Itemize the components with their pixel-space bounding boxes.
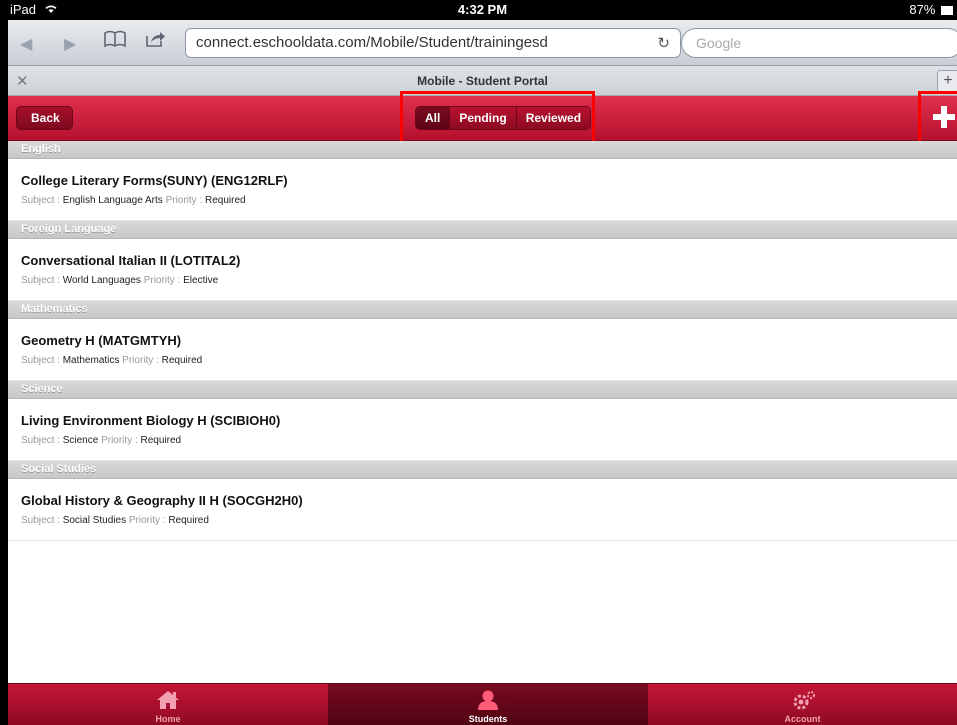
course-title: Living Environment Biology H (SCIBIOH0) — [21, 413, 281, 428]
course-meta: Subject : Social Studies Priority : Requ… — [21, 515, 209, 526]
person-icon — [328, 690, 648, 712]
course-meta: Subject : Mathematics Priority : Require… — [21, 355, 203, 366]
section-header: Foreign Language — [8, 221, 957, 239]
course-meta: Subject : World Languages Priority : Ele… — [21, 275, 219, 286]
search-placeholder: Google — [696, 35, 742, 51]
tab-title[interactable]: Mobile - Student Portal — [8, 74, 957, 88]
add-highlight-box — [918, 91, 957, 146]
priority-value: Elective — [183, 275, 219, 286]
course-meta: Subject : English Language Arts Priority… — [21, 195, 246, 206]
url-text: connect.eschooldata.com/Mobile/Student/t… — [196, 34, 548, 51]
list-item[interactable]: Global History & Geography II H (SOCGH2H… — [8, 479, 957, 541]
section-header: Social Studies — [8, 461, 957, 479]
tab-account-label: Account — [784, 714, 821, 724]
battery-level: 87% — [909, 2, 936, 17]
subject-value: World Languages — [62, 275, 141, 286]
bottom-tab-bar: Home Students Account — [8, 683, 957, 725]
section-header: Mathematics — [8, 301, 957, 319]
subject-value: Science — [62, 435, 99, 446]
battery-icon — [941, 6, 953, 16]
section-header: Science — [8, 381, 957, 399]
back-button[interactable]: Back — [16, 106, 73, 130]
course-list: English College Literary Forms(SUNY) (EN… — [8, 141, 957, 541]
status-bar: iPad 4:32 PM 87% — [8, 0, 957, 20]
back-arrow-icon[interactable]: ◀ — [20, 34, 32, 54]
gear-icon — [648, 690, 957, 712]
tab-students[interactable]: Students — [328, 684, 648, 725]
priority-value: Required — [168, 515, 209, 526]
tab-account[interactable]: Account — [648, 684, 957, 725]
list-item[interactable]: Geometry H (MATGMTYH) Subject : Mathemat… — [8, 319, 957, 381]
list-item[interactable]: Conversational Italian II (LOTITAL2) Sub… — [8, 239, 957, 301]
forward-arrow-icon[interactable]: ▶ — [64, 34, 76, 54]
list-item[interactable]: College Literary Forms(SUNY) (ENG12RLF) … — [8, 159, 957, 221]
course-title: Global History & Geography II H (SOCGH2H… — [21, 493, 303, 508]
tab-home-label: Home — [155, 714, 181, 724]
priority-value: Required — [205, 195, 246, 206]
bookmarks-icon[interactable] — [104, 30, 126, 53]
tab-students-label: Students — [468, 714, 508, 724]
course-title: Geometry H (MATGMTYH) — [21, 333, 182, 348]
list-item[interactable]: Living Environment Biology H (SCIBIOH0) … — [8, 399, 957, 461]
course-title: College Literary Forms(SUNY) (ENG12RLF) — [21, 173, 288, 188]
course-title: Conversational Italian II (LOTITAL2) — [21, 253, 241, 268]
new-tab-icon[interactable]: + — [937, 70, 957, 92]
priority-value: Required — [140, 435, 182, 446]
subject-value: English Language Arts — [62, 195, 163, 206]
subject-value: Social Studies — [62, 515, 127, 526]
url-field[interactable]: connect.eschooldata.com/Mobile/Student/t… — [185, 28, 681, 58]
search-field[interactable]: Google — [681, 28, 957, 58]
home-icon — [8, 690, 328, 712]
subject-value: Mathematics — [62, 355, 120, 366]
app-frame: iPad 4:32 PM 87% ◀ ▶ connect.eschooldata… — [8, 0, 957, 725]
filter-highlight-box — [400, 91, 595, 146]
priority-value: Required — [161, 355, 203, 366]
reload-icon[interactable]: ↻ — [657, 34, 670, 52]
tab-home[interactable]: Home — [8, 684, 328, 725]
share-icon[interactable] — [144, 30, 166, 53]
section-header: English — [8, 141, 957, 159]
status-time: 4:32 PM — [457, 2, 508, 17]
course-meta: Subject : Science Priority : Required — [21, 435, 182, 446]
browser-toolbar: ◀ ▶ connect.eschooldata.com/Mobile/Stude… — [8, 20, 957, 66]
